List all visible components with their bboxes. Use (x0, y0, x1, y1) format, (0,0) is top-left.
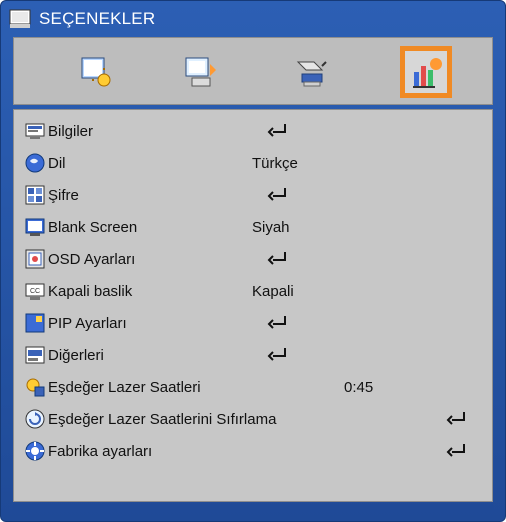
menu-item-label: Dil (48, 155, 66, 172)
enter-icon[interactable] (446, 410, 468, 426)
info-icon (24, 120, 46, 142)
tab-image[interactable] (70, 46, 122, 98)
menu-item-label: Bilgiler (48, 123, 94, 140)
menu-item-blank-screen[interactable]: Blank Screen Siyah (14, 212, 492, 242)
window-title: SEÇENEKLER (39, 9, 156, 28)
options-chart-icon (413, 58, 442, 88)
password-icon (24, 184, 46, 206)
menu-item-digerleri[interactable]: Diğerleri (14, 340, 492, 370)
options-icon (9, 8, 31, 30)
menu-item-label: Blank Screen (48, 219, 138, 236)
menu-item-value: 0:45 (344, 379, 374, 396)
menu-item-osd-ayarlari[interactable]: OSD Ayarları (14, 244, 492, 274)
enter-icon[interactable] (446, 442, 468, 458)
reset-laser-hours-icon (24, 408, 46, 430)
menu-item-esdeger-lazer-saatleri[interactable]: Eşdeğer Lazer Saatleri 0:45 (14, 372, 492, 402)
screen-settings-icon (185, 57, 216, 87)
options-window: SEÇENEKLER Bilgiler Dil Türkçe Şifre Bla… (0, 0, 506, 522)
menu-item-label: Fabrika ayarları (48, 443, 153, 460)
menu-tabs (13, 37, 493, 105)
tab-screen[interactable] (174, 46, 226, 98)
image-settings-icon (81, 57, 114, 90)
menu-item-value: Kapali (252, 283, 294, 300)
tab-options[interactable] (400, 46, 452, 98)
options-list: Bilgiler Dil Türkçe Şifre Blank Screen S… (13, 109, 493, 502)
menu-item-esdeger-lazer-saatlerini-sifirlama[interactable]: Eşdeğer Lazer Saatlerini Sıfırlama (14, 404, 492, 434)
menu-item-label: Şifre (48, 187, 79, 204)
menu-item-value: Siyah (252, 219, 290, 236)
menu-item-kapali-baslik[interactable]: CC Kapali baslik Kapali (14, 276, 492, 306)
menu-item-label: Diğerleri (48, 347, 104, 364)
menu-item-dil[interactable]: Dil Türkçe (14, 148, 492, 178)
closed-caption-icon: CC (24, 280, 46, 302)
menu-item-label: PIP Ayarları (48, 315, 127, 332)
menu-item-bilgiler[interactable]: Bilgiler (14, 116, 492, 146)
blank-screen-icon (24, 216, 46, 238)
title-bar: SEÇENEKLER (1, 1, 505, 37)
factory-reset-icon (24, 440, 46, 462)
tab-settings[interactable] (284, 46, 336, 98)
osd-settings-icon (24, 248, 46, 270)
other-settings-icon (24, 344, 46, 366)
enter-icon[interactable] (267, 346, 289, 362)
enter-icon[interactable] (267, 186, 289, 202)
menu-item-pip-ayarlari[interactable]: PIP Ayarları (14, 308, 492, 338)
laser-hours-icon (24, 376, 46, 398)
svg-text:CC: CC (30, 288, 40, 295)
menu-item-label: Kapali baslik (48, 283, 133, 300)
menu-item-label: Eşdeğer Lazer Saatlerini Sıfırlama (48, 411, 277, 428)
installation-settings-icon (296, 61, 327, 87)
enter-icon[interactable] (267, 250, 289, 266)
pip-settings-icon (24, 312, 46, 334)
menu-item-sifre[interactable]: Şifre (14, 180, 492, 210)
menu-item-fabrika-ayarlari[interactable]: Fabrika ayarları (14, 436, 492, 466)
menu-item-label: OSD Ayarları (48, 251, 136, 268)
enter-icon[interactable] (267, 122, 289, 138)
menu-item-label: Eşdeğer Lazer Saatleri (48, 379, 201, 396)
language-globe-icon (24, 152, 46, 174)
enter-icon[interactable] (267, 314, 289, 330)
menu-item-value: Türkçe (252, 155, 298, 172)
bottom-strip (13, 504, 493, 510)
